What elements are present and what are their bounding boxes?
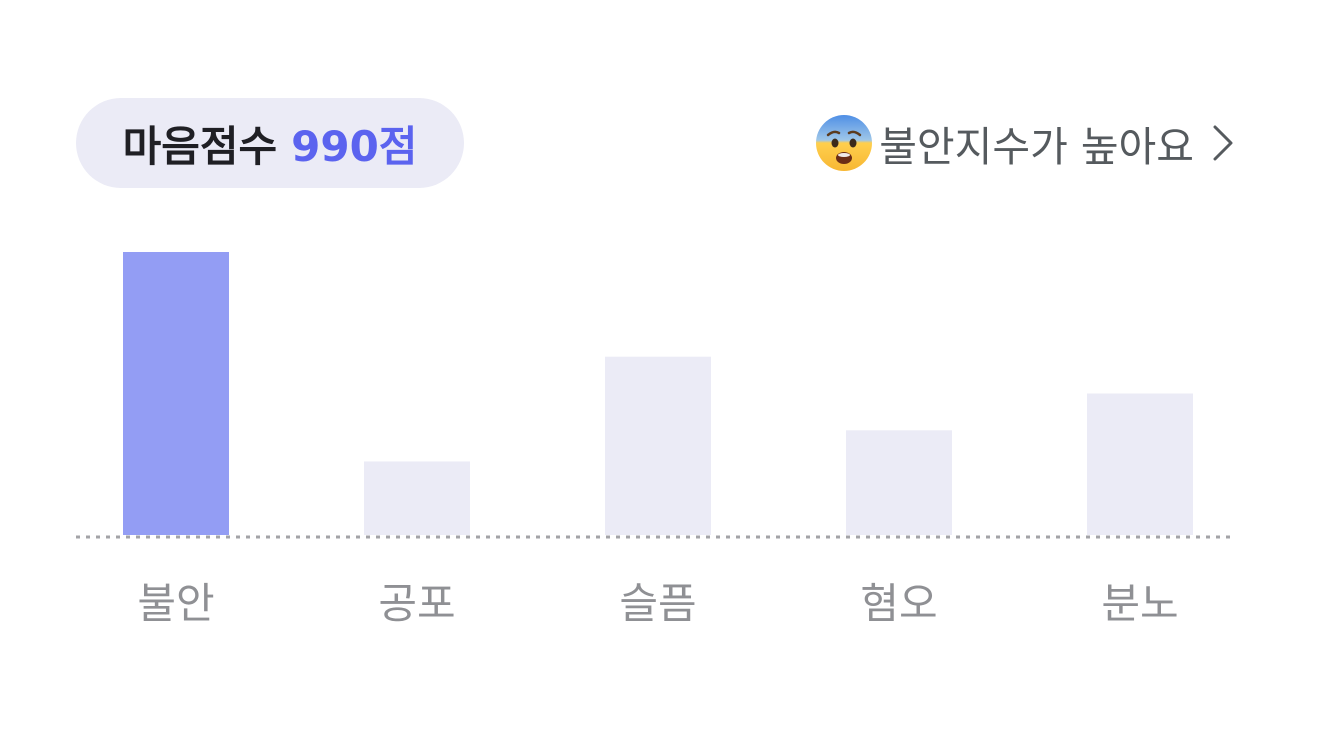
mind-score-badge: 마음점수 990점: [76, 98, 464, 188]
bar-0: [123, 252, 229, 535]
anxiety-status-text: 불안지수가 높아요: [879, 123, 1194, 171]
category-label-2: 슬픔: [619, 579, 696, 628]
bar-4: [1087, 393, 1193, 535]
mind-score-label: 마음점수: [122, 121, 278, 171]
bar-1: [364, 461, 470, 535]
anxiety-status-link[interactable]: 불안지수가 높아요: [815, 108, 1234, 178]
bar-2: [605, 356, 711, 535]
category-label-4: 분노: [1101, 579, 1178, 628]
category-label-3: 혐오: [860, 579, 937, 628]
bar-group: [123, 252, 1193, 535]
category-label-1: 공포: [378, 579, 455, 628]
anxious-face-icon: [816, 115, 873, 171]
chevron-right-icon: [1213, 125, 1233, 161]
mind-score-value: 990점: [291, 121, 418, 171]
category-label-0: 불안: [137, 579, 214, 628]
category-label-group: 불안 공포 슬픔 혐오 분노: [137, 579, 1178, 628]
bar-3: [846, 430, 952, 535]
